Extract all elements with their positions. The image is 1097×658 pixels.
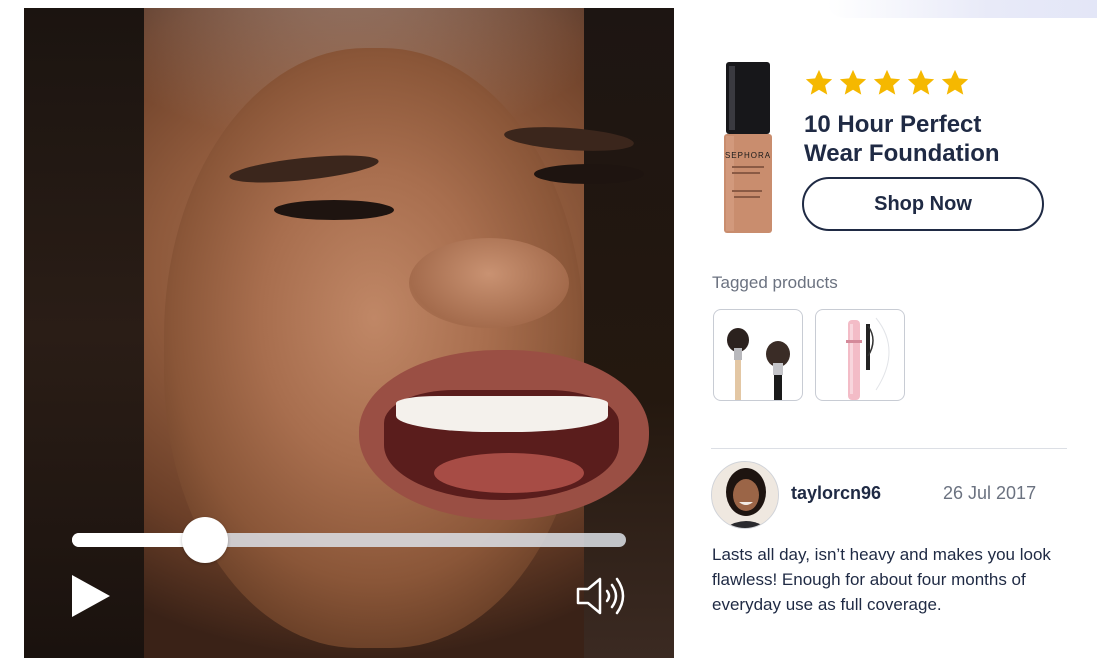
makeup-brushes-icon (727, 328, 790, 400)
review-username[interactable]: taylorcn96 (791, 483, 881, 504)
video-eye-left (274, 200, 394, 220)
star-icon (941, 69, 969, 95)
video-nose (409, 238, 569, 328)
tagged-product-mascara[interactable] (815, 309, 905, 401)
section-divider (711, 448, 1067, 449)
star-icon (805, 69, 833, 95)
bottle-brand-label: SEPHORA (725, 151, 771, 160)
video-progress-thumb[interactable] (181, 517, 228, 563)
speaker-icon (576, 577, 625, 615)
video-hair-left (24, 8, 144, 658)
star-icon (907, 69, 935, 95)
review-text: Lasts all day, isn’t heavy and makes you… (712, 545, 1051, 614)
review-date: 26 Jul 2017 (943, 483, 1037, 503)
volume-button[interactable] (574, 574, 630, 618)
tagged-product-brushes[interactable] (713, 309, 803, 401)
video-teeth (396, 396, 608, 432)
product-title[interactable]: 10 Hour Perfect Wear Foundation (804, 110, 1044, 168)
reviewer-avatar[interactable] (711, 461, 779, 529)
product-review-card: SEPHORA 10 Hour Perfect Wear Foundation … (0, 0, 1097, 658)
video-hair-right (584, 8, 674, 658)
shop-now-button[interactable]: Shop Now (802, 177, 1044, 231)
foundation-bottle-icon: SEPHORA (724, 62, 772, 233)
video-player[interactable] (24, 8, 674, 658)
rating-stars (804, 68, 970, 100)
star-icon (873, 69, 901, 95)
play-icon (72, 575, 110, 617)
tagged-products-label: Tagged products (712, 273, 838, 292)
video-tongue (434, 453, 584, 493)
video-eye-right (534, 164, 644, 184)
play-button[interactable] (68, 573, 114, 619)
star-icon (839, 69, 867, 95)
corner-accent-decoration (827, 0, 1097, 18)
foundation-bottle-image[interactable]: SEPHORA (722, 60, 774, 235)
mascara-icon (846, 317, 890, 400)
avatar-image (712, 462, 778, 528)
